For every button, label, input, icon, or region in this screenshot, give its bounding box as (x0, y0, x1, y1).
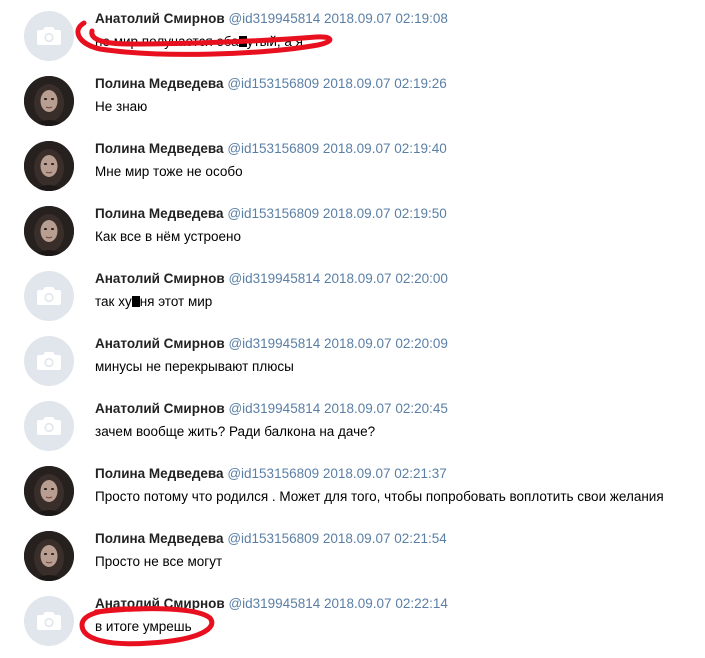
message-item: Полина Медведева @id153156809 2018.09.07… (0, 73, 705, 138)
profile-photo-icon (24, 531, 74, 581)
message-datetime: 2018.09.07 02:19:08 (324, 11, 448, 26)
message-header: Полина Медведева @id153156809 2018.09.07… (95, 530, 447, 547)
message-datetime: 2018.09.07 02:19:40 (322, 141, 447, 156)
author-id[interactable]: @id319945814 (228, 401, 320, 416)
author-id[interactable]: @id319945814 (228, 11, 320, 26)
message-header: Полина Медведева @id153156809 2018.09.07… (95, 465, 447, 482)
message-datetime: 2018.09.07 02:22:14 (324, 596, 448, 611)
avatar[interactable] (24, 11, 74, 61)
author-name[interactable]: Полина Медведева (95, 141, 224, 156)
message-item: Анатолий Смирнов @id319945814 2018.09.07… (0, 8, 705, 73)
avatar[interactable] (24, 596, 74, 646)
message-item: Анатолий Смирнов @id319945814 2018.09.07… (0, 398, 705, 463)
profile-photo-icon (24, 76, 74, 126)
author-id[interactable]: @id153156809 (227, 206, 319, 221)
profile-photo-icon (24, 141, 74, 191)
message-text: не мир получается еба утый, а я (95, 33, 303, 50)
message-datetime: 2018.09.07 02:21:54 (322, 531, 447, 546)
avatar[interactable] (24, 466, 74, 516)
camera-placeholder-icon (37, 287, 61, 305)
message-text: в итоге умрешь (95, 619, 192, 634)
author-name[interactable]: Анатолий Смирнов (95, 11, 225, 26)
avatar[interactable] (24, 76, 74, 126)
avatar[interactable] (24, 336, 74, 386)
message-datetime: 2018.09.07 02:19:26 (322, 76, 447, 91)
author-name[interactable]: Анатолий Смирнов (95, 596, 225, 611)
message-text: Не знаю (95, 99, 148, 114)
author-id[interactable]: @id319945814 (228, 336, 320, 351)
avatar[interactable] (24, 401, 74, 451)
redaction-block (131, 296, 140, 307)
avatar[interactable] (24, 531, 74, 581)
message-text: Как все в нём устроено (95, 229, 241, 244)
camera-placeholder-icon (37, 352, 61, 370)
avatar[interactable] (24, 206, 74, 256)
message-text-part: утый, а я (246, 34, 303, 49)
message-text: так ху ня этот мир (95, 293, 212, 310)
author-name[interactable]: Полина Медведева (95, 531, 224, 546)
author-id[interactable]: @id319945814 (228, 271, 320, 286)
message-datetime: 2018.09.07 02:19:50 (322, 206, 447, 221)
message-item: Анатолий Смирнов @id319945814 2018.09.07… (0, 333, 705, 398)
message-datetime: 2018.09.07 02:20:00 (324, 271, 448, 286)
avatar[interactable] (24, 271, 74, 321)
camera-placeholder-icon (37, 612, 61, 630)
author-id[interactable]: @id153156809 (227, 531, 319, 546)
message-item: Анатолий Смирнов @id319945814 2018.09.07… (0, 268, 705, 333)
message-text: зачем вообще жить? Ради балкона на даче? (95, 424, 376, 439)
message-text: Мне мир тоже не особо (95, 164, 243, 179)
message-text: Просто потому что родился . Может для то… (95, 489, 664, 504)
message-header: Полина Медведева @id153156809 2018.09.07… (95, 140, 447, 157)
avatar[interactable] (24, 141, 74, 191)
author-id[interactable]: @id153156809 (227, 141, 319, 156)
author-id[interactable]: @id153156809 (227, 466, 319, 481)
message-text-part: ня этот мир (139, 294, 213, 309)
message-header: Полина Медведева @id153156809 2018.09.07… (95, 205, 447, 222)
message-header: Анатолий Смирнов @id319945814 2018.09.07… (95, 10, 448, 27)
message-header: Анатолий Смирнов @id319945814 2018.09.07… (95, 335, 448, 352)
message-item: Анатолий Смирнов @id319945814 2018.09.07… (0, 593, 705, 658)
author-name[interactable]: Полина Медведева (95, 76, 224, 91)
profile-photo-icon (24, 206, 74, 256)
message-header: Полина Медведева @id153156809 2018.09.07… (95, 75, 447, 92)
message-text: Просто не все могут (95, 554, 223, 569)
author-name[interactable]: Полина Медведева (95, 206, 224, 221)
message-datetime: 2018.09.07 02:20:09 (324, 336, 448, 351)
camera-placeholder-icon (37, 417, 61, 435)
camera-placeholder-icon (37, 27, 61, 45)
message-item: Полина Медведева @id153156809 2018.09.07… (0, 463, 705, 528)
profile-photo-icon (24, 466, 74, 516)
message-datetime: 2018.09.07 02:21:37 (322, 466, 447, 481)
author-name[interactable]: Анатолий Смирнов (95, 401, 225, 416)
message-feed: Анатолий Смирнов @id319945814 2018.09.07… (0, 0, 705, 658)
message-header: Анатолий Смирнов @id319945814 2018.09.07… (95, 595, 448, 612)
message-text-part: не мир получается еба (95, 34, 239, 49)
message-header: Анатолий Смирнов @id319945814 2018.09.07… (95, 400, 448, 417)
author-name[interactable]: Анатолий Смирнов (95, 271, 225, 286)
message-item: Полина Медведева @id153156809 2018.09.07… (0, 203, 705, 268)
author-id[interactable]: @id153156809 (227, 76, 319, 91)
author-id[interactable]: @id319945814 (228, 596, 320, 611)
message-text-part: так ху (95, 294, 132, 309)
message-header: Анатолий Смирнов @id319945814 2018.09.07… (95, 270, 448, 287)
author-name[interactable]: Анатолий Смирнов (95, 336, 225, 351)
message-item: Полина Медведева @id153156809 2018.09.07… (0, 138, 705, 203)
author-name[interactable]: Полина Медведева (95, 466, 224, 481)
redaction-block (238, 36, 247, 47)
message-datetime: 2018.09.07 02:20:45 (324, 401, 448, 416)
message-text: минусы не перекрывают плюсы (95, 359, 294, 374)
message-item: Полина Медведева @id153156809 2018.09.07… (0, 528, 705, 593)
